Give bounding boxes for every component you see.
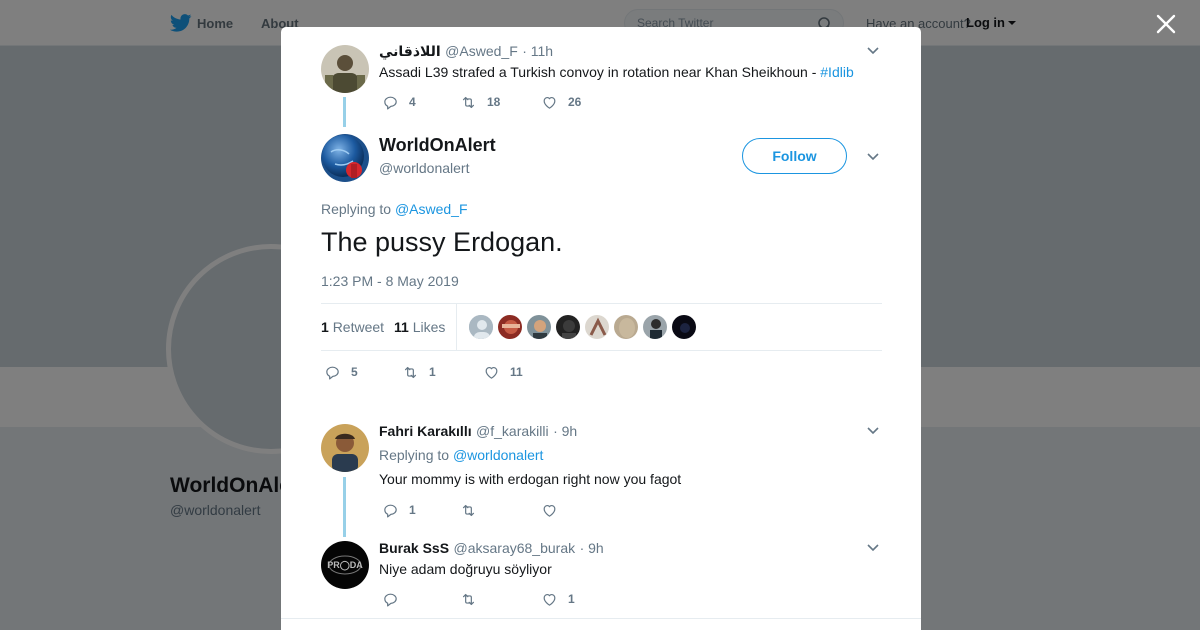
retweet-icon bbox=[462, 96, 475, 108]
svg-text:PR◯DA: PR◯DA bbox=[327, 560, 363, 571]
parent-tweet-text: Assadi L39 strafed a Turkish convoy in r… bbox=[379, 64, 854, 80]
like-icon bbox=[543, 504, 556, 517]
parent-tweet-body: Assadi L39 strafed a Turkish convoy in r… bbox=[379, 64, 821, 80]
like-count: 1 bbox=[568, 592, 575, 606]
thread-line bbox=[343, 97, 346, 127]
retweet-button[interactable] bbox=[460, 500, 487, 520]
divider bbox=[281, 618, 921, 619]
reply-text: Niye adam doğruyu söyliyor bbox=[379, 561, 552, 577]
like-button[interactable] bbox=[541, 500, 568, 520]
reply-icon bbox=[326, 366, 339, 379]
divider bbox=[321, 350, 882, 351]
reply-count: 1 bbox=[409, 503, 416, 517]
reply-replying: Replying to @worldonalert bbox=[379, 447, 543, 463]
like-count: 26 bbox=[568, 95, 582, 109]
parent-tweet-header: اللاذقاني @Aswed_F · 11h bbox=[379, 43, 553, 61]
close-icon[interactable] bbox=[1155, 13, 1177, 35]
retweet-icon bbox=[462, 504, 475, 516]
main-tweet-handle[interactable]: @worldonalert bbox=[379, 160, 469, 176]
retweet-count: 18 bbox=[487, 95, 501, 109]
retweet-icon bbox=[462, 593, 475, 605]
parent-tweet-name[interactable]: اللاذقاني bbox=[379, 43, 441, 59]
like-button[interactable]: 1 bbox=[541, 589, 575, 609]
like-button[interactable]: 26 bbox=[541, 92, 581, 112]
main-tweet-replying: Replying to @Aswed_F bbox=[321, 201, 468, 217]
replying-to-link[interactable]: @Aswed_F bbox=[395, 201, 468, 217]
liker-avatar[interactable] bbox=[613, 314, 639, 340]
liker-avatar[interactable] bbox=[555, 314, 581, 340]
retweet-button[interactable] bbox=[460, 589, 487, 609]
reply-avatar[interactable]: PR◯DA bbox=[321, 541, 369, 589]
retweet-stat-count: 1 bbox=[321, 319, 329, 335]
divider bbox=[321, 303, 882, 304]
main-tweet-name[interactable]: WorldOnAlert bbox=[379, 135, 496, 156]
parent-tweet-time[interactable]: · 11h bbox=[522, 43, 553, 59]
reply-time[interactable]: · 9h bbox=[580, 540, 604, 556]
retweet-stat[interactable]: 1 Retweet bbox=[321, 319, 384, 335]
retweet-button[interactable]: 1 bbox=[402, 362, 436, 382]
reply-name[interactable]: Burak SsS bbox=[379, 540, 449, 556]
divider bbox=[456, 304, 457, 350]
reply-button[interactable]: 5 bbox=[324, 362, 358, 382]
reply-text: Your mommy is with erdogan right now you… bbox=[379, 471, 682, 487]
chevron-down-icon[interactable] bbox=[865, 540, 881, 556]
liker-avatar[interactable] bbox=[584, 314, 610, 340]
reply-header: Fahri Karakıllı @f_karakilli · 9h bbox=[379, 423, 577, 441]
reply-handle[interactable]: @f_karakilli bbox=[476, 423, 549, 439]
liker-avatar[interactable] bbox=[468, 314, 494, 340]
reply-header: Burak SsS @aksaray68_burak · 9h bbox=[379, 540, 604, 558]
reply-button[interactable]: 1 bbox=[382, 500, 416, 520]
liker-avatar[interactable] bbox=[497, 314, 523, 340]
parent-tweet-avatar[interactable] bbox=[321, 45, 369, 93]
like-icon bbox=[485, 366, 498, 379]
replying-to-link[interactable]: @worldonalert bbox=[453, 447, 543, 463]
liker-avatar[interactable] bbox=[642, 314, 668, 340]
reply-icon bbox=[384, 504, 397, 517]
reply-name[interactable]: Fahri Karakıllı bbox=[379, 423, 472, 439]
like-stat[interactable]: 11 Likes bbox=[394, 319, 445, 335]
liker-avatar[interactable] bbox=[671, 314, 697, 340]
hashtag-link[interactable]: #Idlib bbox=[820, 64, 853, 80]
retweet-count: 1 bbox=[429, 365, 436, 379]
like-icon bbox=[543, 96, 556, 109]
retweet-icon bbox=[404, 366, 417, 378]
replying-prefix: Replying to bbox=[321, 201, 395, 217]
reply-handle[interactable]: @aksaray68_burak bbox=[454, 540, 576, 556]
retweet-button[interactable]: 18 bbox=[460, 92, 500, 112]
like-icon bbox=[543, 593, 556, 606]
liker-avatar[interactable] bbox=[526, 314, 552, 340]
reply-time[interactable]: · 9h bbox=[553, 423, 577, 439]
reply-count: 5 bbox=[351, 365, 358, 379]
parent-tweet-handle[interactable]: @Aswed_F bbox=[445, 43, 518, 59]
main-tweet-avatar[interactable] bbox=[321, 134, 369, 182]
thread-line bbox=[343, 477, 346, 537]
replying-prefix: Replying to bbox=[379, 447, 453, 463]
reply-button[interactable] bbox=[382, 589, 409, 609]
follow-button[interactable]: Follow bbox=[742, 138, 847, 174]
like-stat-count: 11 bbox=[394, 319, 409, 335]
chevron-down-icon[interactable] bbox=[865, 423, 881, 439]
main-tweet-timestamp[interactable]: 1:23 PM - 8 May 2019 bbox=[321, 273, 459, 289]
chevron-down-icon[interactable] bbox=[865, 43, 881, 59]
chevron-down-icon[interactable] bbox=[865, 149, 881, 165]
reply-count: 4 bbox=[409, 95, 416, 109]
tweet-permalink-modal: اللاذقاني @Aswed_F · 11h Assadi L39 stra… bbox=[281, 27, 921, 630]
main-tweet-text: The pussy Erdogan. bbox=[321, 227, 563, 257]
like-button[interactable]: 11 bbox=[483, 362, 523, 382]
reply-button[interactable]: 4 bbox=[382, 92, 416, 112]
like-count: 11 bbox=[510, 365, 523, 379]
reply-icon bbox=[384, 96, 397, 109]
reply-avatar[interactable] bbox=[321, 424, 369, 472]
retweet-stat-label: Retweet bbox=[332, 319, 385, 335]
reply-icon bbox=[384, 593, 397, 606]
like-stat-label: Likes bbox=[412, 319, 446, 335]
